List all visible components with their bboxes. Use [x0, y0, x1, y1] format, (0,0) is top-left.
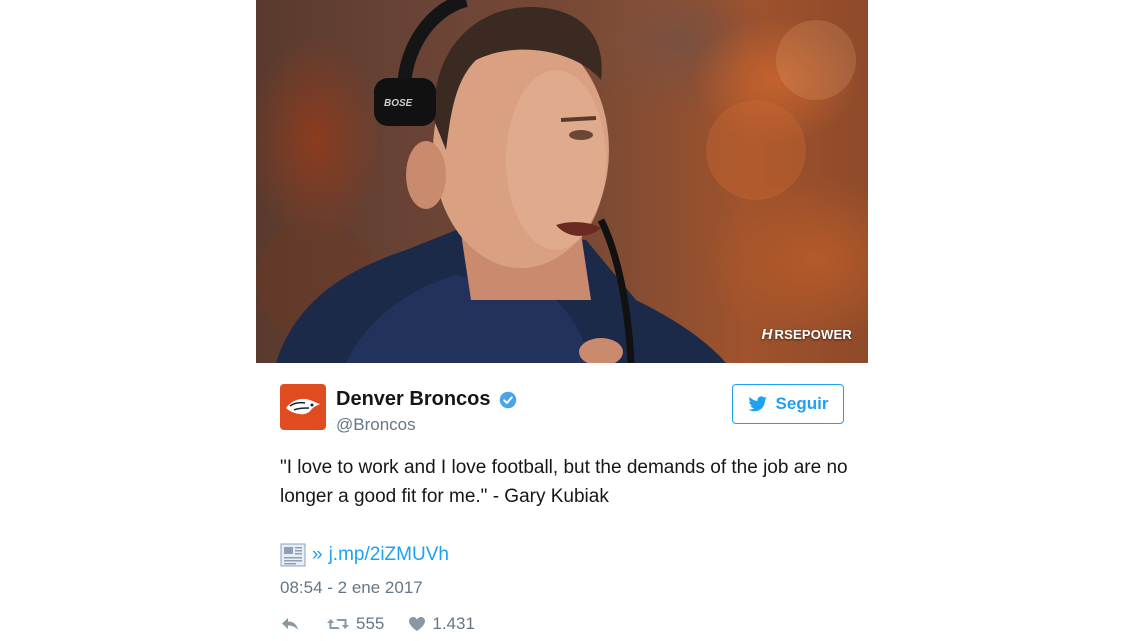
tweet-timestamp[interactable]: 08:54 - 2 ene 2017 [280, 578, 423, 598]
heart-icon [409, 617, 426, 631]
follow-button-label: Seguir [775, 394, 829, 413]
retweet-count: 555 [356, 614, 385, 633]
coach-photo-illustration: BOSE [256, 0, 856, 363]
verified-icon [499, 391, 516, 408]
tweet-link[interactable]: j.mp/2iZMUVh [329, 544, 449, 566]
broncos-logo-icon [286, 398, 320, 415]
reply-icon [282, 618, 298, 630]
tweet-photo[interactable]: BOSE H RSEPOWER [256, 0, 868, 363]
avatar[interactable] [280, 384, 326, 430]
account-handle[interactable]: @Broncos [336, 415, 416, 435]
retweet-button[interactable]: 555 [326, 614, 384, 634]
tweet-text: "I love to work and I love football, but… [280, 457, 848, 507]
link-line: » j.mp/2iZMUVh [280, 543, 449, 567]
like-button[interactable]: 1.431 [408, 614, 475, 634]
like-count: 1.431 [432, 614, 475, 633]
link-prefix: » [312, 544, 323, 565]
follow-button[interactable]: Seguir [732, 384, 844, 424]
headset-brand-text: BOSE [384, 98, 413, 109]
horsepower-watermark: H RSEPOWER [762, 326, 853, 343]
tweet-card: BOSE H RSEPOWER Denver Broncos @Broncos … [256, 0, 868, 641]
tweet-actions: 555 1.431 [280, 612, 475, 636]
tweet-header: Denver Broncos @Broncos Seguir [280, 384, 844, 434]
reply-button[interactable] [280, 616, 300, 632]
twitter-bird-icon [747, 396, 767, 412]
watermark-text: RSEPOWER [774, 327, 852, 342]
watermark-mark: H [761, 326, 773, 343]
retweet-icon [327, 619, 349, 629]
account-name-text[interactable]: Denver Broncos [336, 388, 491, 411]
account-name[interactable]: Denver Broncos [336, 388, 517, 411]
news-icon [280, 543, 306, 567]
